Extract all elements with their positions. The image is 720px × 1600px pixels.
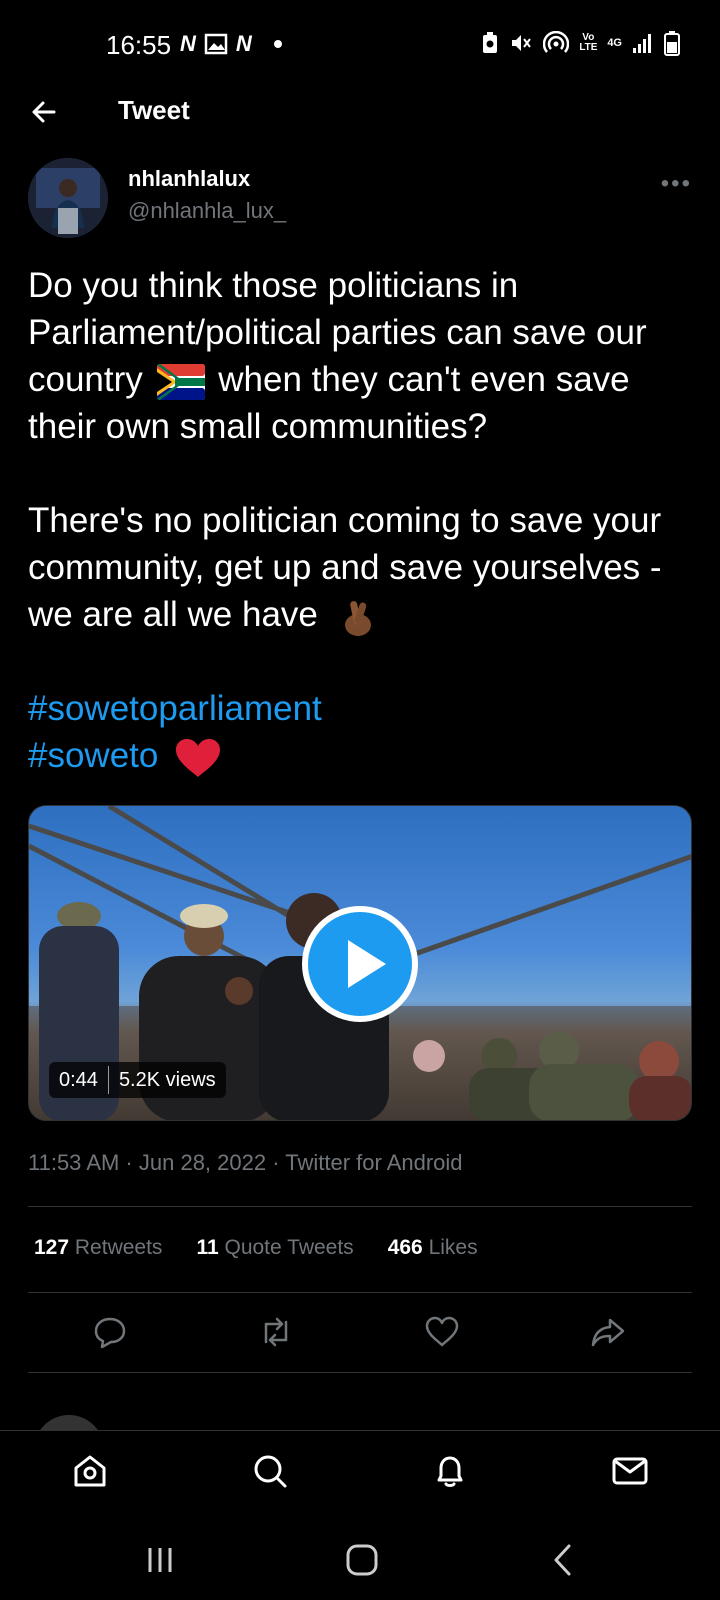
divider — [28, 1292, 692, 1293]
crossed-fingers-icon — [344, 600, 371, 636]
video-duration: 0:44 — [59, 1068, 98, 1091]
battery-saver-icon — [483, 32, 498, 53]
divider — [28, 1206, 692, 1207]
likes-stat[interactable]: 466 Likes — [388, 1236, 478, 1260]
quote-tweets-label: Quote Tweets — [224, 1236, 354, 1259]
video-player[interactable]: 0:44 5.2K views — [28, 805, 692, 1121]
recent-apps-icon[interactable] — [140, 1540, 180, 1580]
retweets-label: Retweets — [74, 1236, 163, 1259]
home-icon[interactable] — [70, 1451, 110, 1491]
hashtag-link[interactable]: #sowetoparliament — [28, 685, 692, 732]
netflix-icon: N — [180, 31, 196, 56]
system-navigation-bar — [0, 1518, 720, 1600]
play-button[interactable] — [302, 906, 418, 1022]
author-name[interactable]: nhlanhlalux — [128, 166, 250, 192]
messages-icon[interactable] — [610, 1451, 650, 1491]
home-button-icon[interactable] — [342, 1540, 382, 1580]
divider — [107, 1066, 109, 1094]
red-heart-icon — [176, 738, 221, 777]
hashtag-row: #soweto — [28, 732, 692, 779]
bottom-navigation — [0, 1430, 720, 1518]
page-title: Tweet — [118, 95, 190, 125]
tweet-author: nhlanhlalux @nhlanhla_lux_ ••• — [28, 158, 692, 238]
share-icon[interactable] — [590, 1314, 626, 1350]
back-arrow-icon[interactable] — [28, 96, 60, 128]
tweet-timestamp[interactable]: 11:53 AM · Jun 28, 2022 · Twitter for An… — [28, 1150, 463, 1176]
netflix-icon: N — [235, 31, 252, 56]
retweets-stat[interactable]: 127 Retweets — [34, 1236, 162, 1260]
dot-icon — [273, 40, 282, 48]
tweet-paragraph-2: There's no politician coming to save you… — [28, 497, 692, 638]
system-status-icons: Vo LTE 4G — [481, 30, 680, 56]
notifications-icon[interactable] — [430, 1451, 470, 1491]
retweets-count: 127 — [34, 1236, 70, 1259]
reply-icon[interactable] — [92, 1314, 128, 1350]
4g-icon: 4G — [607, 36, 622, 49]
video-stats: 0:44 5.2K views — [49, 1062, 226, 1098]
status-bar: 16:55 N N Vo LTE 4G — [0, 0, 720, 88]
search-icon[interactable] — [250, 1451, 290, 1491]
system-back-icon[interactable] — [544, 1540, 584, 1580]
video-views: 5.2K views — [118, 1068, 216, 1091]
battery-icon — [664, 31, 680, 56]
notification-icons: N N — [180, 32, 282, 56]
more-options-icon[interactable]: ••• — [661, 170, 692, 198]
like-icon[interactable] — [424, 1314, 460, 1350]
avatar-image — [28, 158, 108, 238]
author-handle[interactable]: @nhlanhla_lux_ — [128, 198, 286, 224]
engagement-stats: 127 Retweets 11 Quote Tweets 466 Likes — [34, 1236, 478, 1260]
south-africa-flag-icon — [156, 363, 205, 400]
retweet-icon[interactable] — [258, 1314, 294, 1350]
play-icon — [348, 940, 386, 988]
volte-icon: Vo LTE — [579, 32, 598, 53]
tweet-action-bar — [0, 1302, 720, 1362]
avatar[interactable] — [28, 158, 108, 238]
divider — [28, 1372, 692, 1373]
top-app-bar: Tweet — [0, 88, 720, 136]
quote-tweets-count: 11 — [196, 1236, 219, 1259]
status-time: 16:55 — [106, 30, 172, 60]
gallery-icon — [204, 33, 228, 55]
tweet-body: Do you think those politicians in Parlia… — [28, 262, 692, 779]
hotspot-icon — [543, 31, 570, 53]
mute-icon — [512, 35, 532, 51]
signal-icon — [633, 34, 651, 53]
hashtag-link[interactable]: #soweto — [28, 736, 158, 775]
quote-tweets-stat[interactable]: 11 Quote Tweets — [196, 1236, 353, 1260]
tweet-paragraph-1: Do you think those politicians in Parlia… — [28, 262, 692, 450]
likes-count: 466 — [387, 1236, 423, 1259]
likes-label: Likes — [428, 1236, 478, 1259]
